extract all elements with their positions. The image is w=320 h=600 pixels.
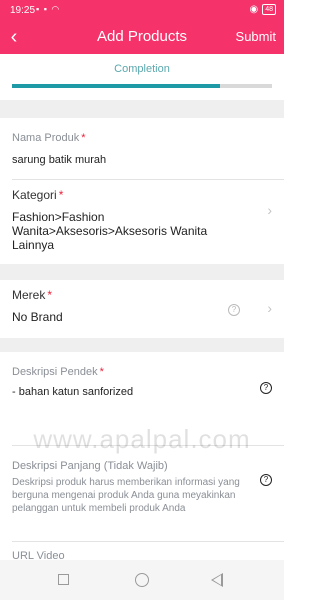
kategori-value: Fashion>Fashion Wanita>Aksesoris>Aksesor…: [12, 210, 208, 252]
deskripsi-panjang-input[interactable]: Deskripsi produk harus memberikan inform…: [12, 476, 256, 515]
divider: [12, 541, 284, 542]
recent-apps-icon[interactable]: [58, 574, 69, 585]
battery-icon: 48: [262, 4, 276, 15]
product-basic-section: Nama Produk * sarung batik murah Kategori…: [0, 118, 284, 264]
merek-value: No Brand: [12, 310, 63, 324]
required-marker: *: [81, 132, 86, 144]
merek-label: Merek *: [12, 288, 53, 302]
merek-section[interactable]: Merek * No Brand ? ›: [0, 280, 284, 338]
chevron-right-icon: ›: [267, 202, 272, 218]
help-circle-icon[interactable]: ?: [228, 304, 240, 316]
description-section: Deskripsi Pendek * - bahan katun sanforiz…: [0, 352, 284, 562]
deskripsi-panjang-label: Deskripsi Panjang (Tidak Wajib): [12, 460, 168, 472]
section-gap: [0, 264, 284, 280]
app-bar: ‹ Add Products Submit: [0, 22, 284, 54]
required-marker: *: [58, 188, 64, 202]
submit-button[interactable]: Submit: [236, 29, 276, 44]
status-bar: 19:25 ▪ ▪ ◠ ◉ 48: [0, 0, 284, 22]
deskripsi-pendek-input[interactable]: - bahan katun sanforized: [12, 386, 133, 398]
required-marker: *: [47, 288, 53, 302]
chevron-right-icon: ›: [267, 300, 272, 316]
alarm-icon: ◉: [249, 4, 259, 15]
section-gap: [0, 338, 284, 352]
watermark: www.apalpal.com: [33, 424, 251, 454]
home-icon[interactable]: [135, 573, 149, 587]
divider: [12, 179, 284, 180]
help-circle-icon[interactable]: ?: [260, 474, 272, 486]
nama-produk-input[interactable]: sarung batik murah: [12, 154, 106, 166]
nama-produk-label: Nama Produk *: [12, 132, 86, 144]
help-circle-icon[interactable]: ?: [260, 382, 272, 394]
completion-section: Completion: [0, 54, 284, 100]
status-right-icons: ◉ 48: [249, 4, 276, 15]
deskripsi-pendek-label: Deskripsi Pendek *: [12, 366, 104, 378]
kategori-label: Kategori *: [12, 188, 64, 202]
section-gap: [0, 100, 284, 118]
required-marker: *: [99, 366, 104, 378]
system-nav-bar: [0, 560, 284, 600]
notification-icons: ▪ ▪ ◠: [36, 4, 61, 14]
completion-progress-bar: [12, 84, 272, 88]
status-time: 19:25: [10, 5, 36, 16]
completion-label: Completion: [114, 63, 170, 75]
back-triangle-icon[interactable]: [211, 573, 223, 587]
completion-progress-fill: [12, 84, 220, 88]
